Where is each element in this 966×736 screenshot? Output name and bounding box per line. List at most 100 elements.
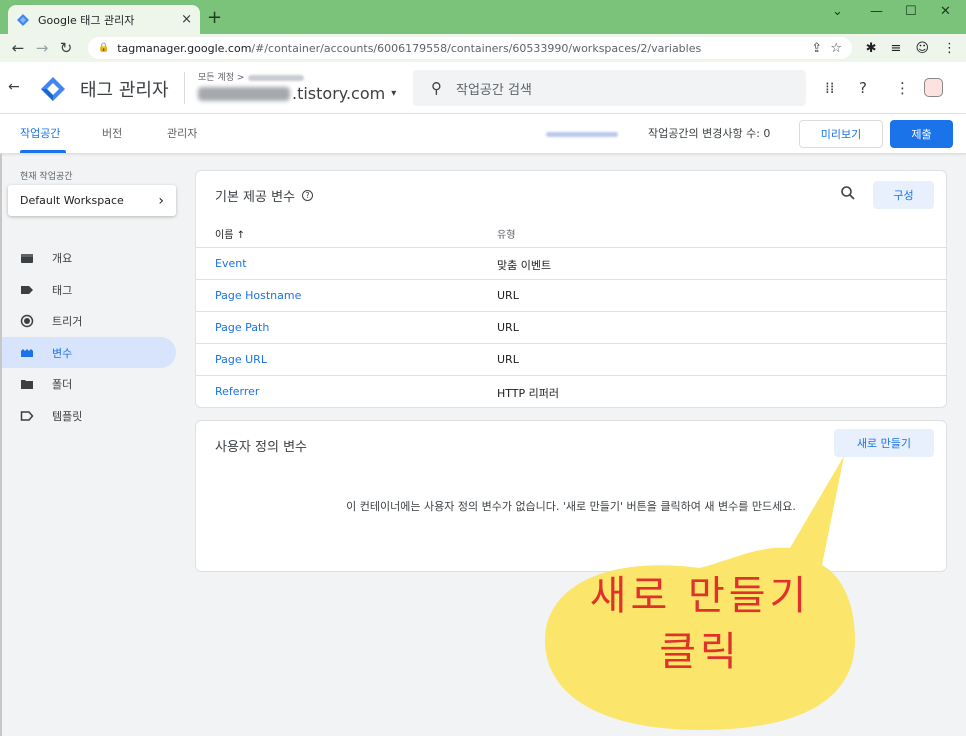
- reading-list-icon[interactable]: ≡: [891, 41, 902, 56]
- more-options-icon[interactable]: ⋮: [895, 79, 910, 97]
- profile-icon[interactable]: ☺: [915, 41, 929, 56]
- card-title-text: 기본 제공 변수: [215, 190, 296, 205]
- template-icon: [20, 410, 34, 421]
- new-variable-button[interactable]: 새로 만들기: [834, 429, 934, 457]
- new-tab-button[interactable]: +: [207, 7, 222, 28]
- account-breadcrumb[interactable]: 모든 계정 >: [198, 70, 305, 83]
- annotation-line-2: 클릭: [659, 629, 741, 675]
- tab-versions[interactable]: 버전: [102, 125, 122, 141]
- table-row[interactable]: Page URL URL: [196, 344, 946, 376]
- workspace-name: Default Workspace: [20, 194, 124, 207]
- user-defined-variables-title: 사용자 정의 변수: [215, 440, 307, 455]
- browser-tabbar: Google 태그 관리자 × + ⌄ — ☐ ✕: [0, 0, 966, 34]
- reload-icon[interactable]: ↻: [54, 39, 78, 57]
- variable-name[interactable]: Page Path: [215, 321, 269, 334]
- workspace-id-redacted: [546, 132, 618, 137]
- tab-close-icon[interactable]: ×: [181, 12, 192, 27]
- active-tab-indicator: [20, 150, 66, 153]
- builtin-variables-card: 기본 제공 변수 ? 구성 이름 ↑ 유형 Event 맞춤 이벤트 Page …: [195, 170, 947, 408]
- app-title: 태그 관리자: [80, 80, 169, 101]
- extension-icons: ✱ ≡ ☺ ⋮: [866, 41, 956, 56]
- variable-type: URL: [497, 321, 519, 334]
- avatar[interactable]: [924, 78, 943, 97]
- gtm-favicon-icon: [17, 13, 29, 26]
- overview-icon: [21, 253, 33, 263]
- url-bar[interactable]: 🔒 tagmanager.google.com/#/container/acco…: [88, 37, 852, 59]
- empty-state-message: 이 컨테이너에는 사용자 정의 변수가 없습니다. '새로 만들기' 버튼을 클…: [346, 500, 796, 513]
- workspace-search[interactable]: ⚲ 작업공간 검색: [413, 70, 806, 106]
- page-edge: [0, 154, 2, 736]
- back-icon[interactable]: ←: [6, 39, 30, 57]
- tab-admin[interactable]: 관리자: [167, 125, 197, 141]
- tag-icon: [21, 285, 33, 294]
- trigger-icon: [20, 314, 34, 327]
- search-placeholder: 작업공간 검색: [456, 82, 532, 98]
- lock-icon: 🔒: [98, 43, 110, 53]
- preview-button[interactable]: 미리보기: [799, 120, 883, 148]
- browser-menu-icon[interactable]: ⋮: [943, 41, 956, 56]
- builtin-variables-title: 기본 제공 변수 ?: [215, 186, 314, 205]
- table-row[interactable]: Referrer HTTP 리퍼러: [196, 376, 946, 408]
- apps-grid-icon[interactable]: ⁞⁞: [825, 79, 835, 97]
- sidebar-item-tags[interactable]: 태그: [0, 274, 176, 305]
- container-name-redacted: [198, 86, 290, 101]
- browser-tab[interactable]: Google 태그 관리자 ×: [8, 5, 200, 34]
- variable-type: URL: [497, 353, 519, 366]
- sidebar-item-label: 개요: [52, 251, 73, 265]
- search-icon[interactable]: [840, 185, 856, 201]
- column-type-header: 유형: [497, 230, 516, 241]
- minimize-icon[interactable]: —: [870, 4, 883, 19]
- tab-workspace[interactable]: 작업공간: [20, 125, 60, 141]
- tab-search-icon[interactable]: ⌄: [832, 4, 843, 19]
- sidebar-item-templates[interactable]: 템플릿: [0, 400, 176, 431]
- gtm-header: ← 태그 관리자 모든 계정 > .tistory.com ▾ ⚲ 작업공간 검…: [0, 62, 966, 114]
- variable-type: URL: [497, 289, 519, 302]
- table-row[interactable]: Event 맞춤 이벤트: [196, 248, 946, 280]
- variables-icon: [21, 348, 33, 357]
- close-window-icon[interactable]: ✕: [940, 4, 951, 19]
- url-path: /#/container/accounts/6006179558/contain…: [251, 41, 702, 55]
- account-name-redacted: [248, 74, 305, 81]
- sidebar-item-label: 태그: [52, 283, 73, 297]
- container-name: .tistory.com: [292, 84, 386, 103]
- variable-name[interactable]: Page URL: [215, 353, 267, 366]
- current-workspace-label: 현재 작업공간: [20, 172, 73, 182]
- gtm-logo-icon: [41, 77, 65, 101]
- help-circle-icon[interactable]: ?: [302, 190, 314, 201]
- url-domain: tagmanager.google.com: [117, 41, 252, 55]
- table-row[interactable]: Page Hostname URL: [196, 280, 946, 312]
- variable-name[interactable]: Event: [215, 257, 247, 270]
- table-row[interactable]: Page Path URL: [196, 312, 946, 344]
- sidebar-item-variables[interactable]: 변수: [0, 337, 176, 368]
- sidebar-item-label: 폴더: [52, 377, 73, 391]
- sidebar-item-folders[interactable]: 폴더: [0, 368, 176, 399]
- configure-button[interactable]: 구성: [873, 181, 934, 209]
- extension-puzzle-icon[interactable]: ✱: [866, 41, 877, 56]
- sidebar-item-label: 변수: [52, 346, 73, 360]
- search-icon: ⚲: [431, 79, 442, 97]
- folder-icon: [21, 379, 33, 389]
- sidebar-item-label: 트리거: [52, 314, 83, 328]
- sidebar-item-overview[interactable]: 개요: [0, 242, 176, 273]
- user-defined-variables-card: 사용자 정의 변수 새로 만들기 이 컨테이너에는 사용자 정의 변수가 없습니…: [195, 420, 947, 572]
- help-icon[interactable]: ?: [859, 79, 867, 97]
- workspace-selector[interactable]: Default Workspace ›: [8, 185, 176, 216]
- variable-name[interactable]: Referrer: [215, 385, 259, 398]
- column-name-header[interactable]: 이름 ↑: [215, 226, 245, 241]
- share-icon[interactable]: ⇪ ☆: [811, 41, 842, 56]
- variable-type: HTTP 리퍼러: [497, 387, 560, 400]
- container-selector[interactable]: .tistory.com ▾: [198, 84, 396, 103]
- back-arrow-icon[interactable]: ←: [8, 79, 20, 95]
- sidebar-item-triggers[interactable]: 트리거: [0, 305, 176, 336]
- address-bar-row: ← → ↻ 🔒 tagmanager.google.com/#/containe…: [0, 34, 966, 62]
- dropdown-icon: ▾: [391, 88, 397, 99]
- variable-type: 맞춤 이벤트: [497, 259, 552, 272]
- variable-name[interactable]: Page Hostname: [215, 289, 301, 302]
- workspace-subnav: 작업공간 버전 관리자 작업공간의 변경사항 수: 0 미리보기 제출: [0, 114, 966, 154]
- header-divider: [184, 72, 185, 104]
- forward-icon[interactable]: →: [30, 39, 54, 57]
- table-header: 이름 ↑ 유형: [196, 221, 946, 248]
- chevron-right-icon: ›: [158, 192, 164, 209]
- submit-button[interactable]: 제출: [890, 120, 953, 148]
- maximize-icon[interactable]: ☐: [905, 4, 917, 19]
